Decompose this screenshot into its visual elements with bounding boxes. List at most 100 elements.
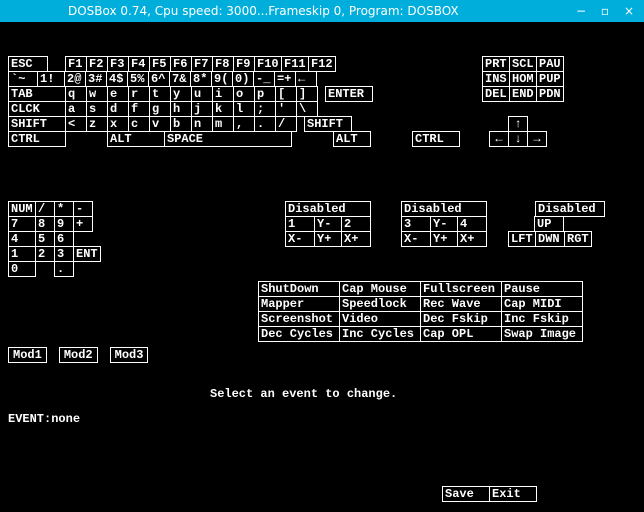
key-backspace[interactable]: ← xyxy=(295,71,317,87)
key-4[interactable]: 4$ xyxy=(106,71,128,87)
key-backslash[interactable]: \ xyxy=(296,101,318,117)
key-kp6[interactable]: 6 xyxy=(54,231,74,247)
key-pageup[interactable]: PUP xyxy=(536,71,564,87)
mod3-button[interactable]: Mod3 xyxy=(110,347,149,363)
key-j[interactable]: j xyxy=(191,101,213,117)
key-f5[interactable]: F5 xyxy=(149,56,171,72)
key-g[interactable]: g xyxy=(149,101,171,117)
key-1[interactable]: 1! xyxy=(37,71,65,87)
key-k[interactable]: k xyxy=(212,101,234,117)
key-kp4[interactable]: 4 xyxy=(8,231,36,247)
hat-right[interactable]: RGT xyxy=(564,231,592,247)
action-swapimage[interactable]: Swap Image xyxy=(501,326,583,342)
action-capopl[interactable]: Cap OPL xyxy=(420,326,502,342)
key-5[interactable]: 5% xyxy=(127,71,149,87)
joy1-btn1[interactable]: 1 xyxy=(285,216,315,232)
save-button[interactable]: Save xyxy=(442,486,490,502)
joy1-xpos[interactable]: X+ xyxy=(341,231,371,247)
action-recwave[interactable]: Rec Wave xyxy=(420,296,502,312)
key-delete[interactable]: DEL xyxy=(482,86,510,102)
key-q[interactable]: q xyxy=(65,86,87,102)
key-lctrl[interactable]: CTRL xyxy=(8,131,66,147)
key-0[interactable]: 0) xyxy=(232,71,254,87)
key-kpplus[interactable]: + xyxy=(73,216,93,232)
key-f12[interactable]: F12 xyxy=(308,56,336,72)
key-f10[interactable]: F10 xyxy=(254,56,282,72)
key-rshift[interactable]: SHIFT xyxy=(304,116,352,132)
key-prtscr[interactable]: PRT xyxy=(482,56,510,72)
key-3[interactable]: 3# xyxy=(85,71,107,87)
hat-up[interactable]: UP xyxy=(534,216,564,232)
joy2-xneg[interactable]: X- xyxy=(401,231,431,247)
action-deccycles[interactable]: Dec Cycles xyxy=(258,326,340,342)
key-r[interactable]: r xyxy=(128,86,150,102)
mod1-button[interactable]: Mod1 xyxy=(8,347,47,363)
mod2-button[interactable]: Mod2 xyxy=(59,347,98,363)
action-capmidi[interactable]: Cap MIDI xyxy=(501,296,583,312)
key-c[interactable]: c xyxy=(128,116,150,132)
joy2-btn3[interactable]: 3 xyxy=(401,216,431,232)
key-o[interactable]: o xyxy=(233,86,255,102)
key-n[interactable]: n xyxy=(191,116,213,132)
key-lalt[interactable]: ALT xyxy=(107,131,165,147)
key-f7[interactable]: F7 xyxy=(191,56,213,72)
key-semicolon[interactable]: ; xyxy=(254,101,276,117)
key-minus[interactable]: -_ xyxy=(253,71,275,87)
action-fullscreen[interactable]: Fullscreen xyxy=(420,281,502,297)
hat-down[interactable]: DWN xyxy=(535,231,565,247)
key-ralt[interactable]: ALT xyxy=(333,131,371,147)
key-kp2[interactable]: 2 xyxy=(35,246,55,262)
key-f9[interactable]: F9 xyxy=(233,56,255,72)
key-6[interactable]: 6^ xyxy=(148,71,170,87)
joy1-btn2[interactable]: 2 xyxy=(341,216,371,232)
key-equals[interactable]: =+ xyxy=(274,71,296,87)
close-icon[interactable]: × xyxy=(622,4,636,18)
key-f8[interactable]: F8 xyxy=(212,56,234,72)
key-f[interactable]: f xyxy=(128,101,150,117)
joy1-xneg[interactable]: X- xyxy=(285,231,315,247)
key-space[interactable]: SPACE xyxy=(164,131,292,147)
maximize-icon[interactable]: ▫ xyxy=(598,4,612,18)
hat-left[interactable]: LFT xyxy=(508,231,536,247)
key-2[interactable]: 2@ xyxy=(64,71,86,87)
action-speedlock[interactable]: Speedlock xyxy=(339,296,421,312)
key-kpdiv[interactable]: / xyxy=(35,201,55,217)
key-f3[interactable]: F3 xyxy=(107,56,129,72)
action-video[interactable]: Video xyxy=(339,311,421,327)
key-esc[interactable]: ESC xyxy=(8,56,48,72)
key-x[interactable]: x xyxy=(107,116,129,132)
key-8[interactable]: 8* xyxy=(190,71,212,87)
joy1-yneg[interactable]: Y- xyxy=(314,216,342,232)
key-h[interactable]: h xyxy=(170,101,192,117)
minimize-icon[interactable]: − xyxy=(574,4,588,18)
key-kp5[interactable]: 5 xyxy=(35,231,55,247)
key-enter[interactable]: ENTER xyxy=(325,86,373,102)
key-m[interactable]: m xyxy=(212,116,234,132)
key-kpmul[interactable]: * xyxy=(54,201,74,217)
key-s[interactable]: s xyxy=(86,101,108,117)
key-kp3[interactable]: 3 xyxy=(54,246,74,262)
key-y[interactable]: y xyxy=(170,86,192,102)
key-numlock[interactable]: NUM xyxy=(8,201,36,217)
key-down[interactable]: ↓ xyxy=(508,131,528,147)
joy1-ypos[interactable]: Y+ xyxy=(314,231,342,247)
key-kpperiod[interactable]: . xyxy=(54,261,74,277)
key-up[interactable]: ↑ xyxy=(508,116,528,132)
action-incfskip[interactable]: Inc Fskip xyxy=(501,311,583,327)
key-kpminus[interactable]: - xyxy=(73,201,93,217)
key-p[interactable]: p xyxy=(254,86,276,102)
key-lessthan[interactable]: < xyxy=(65,116,87,132)
key-capslock[interactable]: CLCK xyxy=(8,101,66,117)
key-insert[interactable]: INS xyxy=(482,71,510,87)
action-mapper[interactable]: Mapper xyxy=(258,296,340,312)
key-kp0[interactable]: 0 xyxy=(8,261,36,277)
action-inccycles[interactable]: Inc Cycles xyxy=(339,326,421,342)
key-pause[interactable]: PAU xyxy=(536,56,564,72)
key-u[interactable]: u xyxy=(191,86,213,102)
key-f1[interactable]: F1 xyxy=(65,56,87,72)
key-e[interactable]: e xyxy=(107,86,129,102)
key-kp1[interactable]: 1 xyxy=(8,246,36,262)
joy2-ypos[interactable]: Y+ xyxy=(430,231,458,247)
key-grave[interactable]: `~ xyxy=(8,71,38,87)
action-screenshot[interactable]: Screenshot xyxy=(258,311,340,327)
